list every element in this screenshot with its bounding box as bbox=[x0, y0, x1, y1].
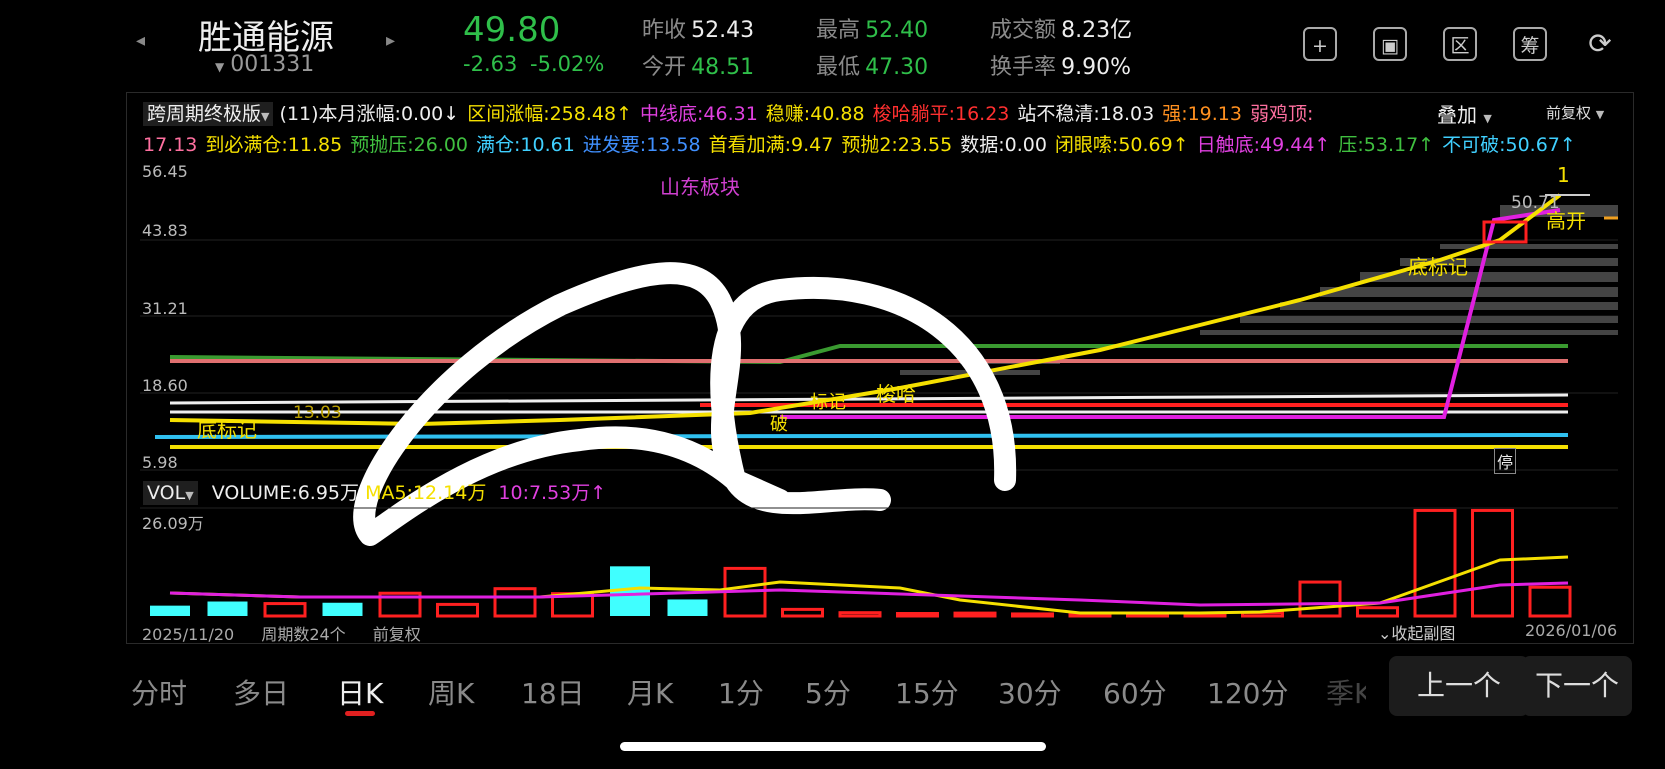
volume-bar bbox=[263, 602, 307, 618]
period-count: 周期数24个 bbox=[261, 625, 346, 644]
volume-bar bbox=[1413, 508, 1457, 618]
tab-18day[interactable]: 18日 bbox=[521, 672, 585, 712]
volume-bar bbox=[493, 587, 537, 618]
volume-bar bbox=[436, 602, 479, 618]
volume-bar bbox=[207, 601, 248, 616]
volume-bar bbox=[1298, 580, 1342, 618]
tab-120min[interactable]: 120分 bbox=[1207, 672, 1288, 712]
start-date: 2025/11/20 bbox=[142, 625, 235, 644]
volume-bar bbox=[838, 611, 882, 618]
volume-bar bbox=[953, 611, 997, 618]
tab-monthly-k[interactable]: 月K bbox=[627, 672, 673, 712]
tab-30min[interactable]: 30分 bbox=[998, 672, 1062, 712]
tab-daily-k[interactable]: 日K bbox=[337, 672, 383, 712]
volume-bar bbox=[896, 612, 939, 618]
volume-bar bbox=[667, 599, 708, 616]
collapse-label: 收起副图 bbox=[1391, 624, 1456, 643]
volume-bar bbox=[150, 605, 190, 616]
volume-bar bbox=[781, 607, 824, 618]
volume-chart[interactable] bbox=[0, 0, 1665, 769]
tab-15min[interactable]: 15分 bbox=[895, 672, 959, 712]
volume-bar bbox=[1528, 585, 1572, 618]
tab-60min[interactable]: 60分 bbox=[1103, 672, 1167, 712]
collapse-subchart-button[interactable]: ⌄收起副图 bbox=[1378, 620, 1455, 644]
tab-multiday[interactable]: 多日 bbox=[233, 672, 289, 712]
volume-bar bbox=[322, 602, 363, 616]
volume-bar bbox=[1356, 606, 1399, 618]
home-indicator[interactable] bbox=[620, 742, 1046, 751]
chart-footer: 2025/11/20 周期数24个 前复权 bbox=[142, 621, 421, 645]
next-stock-button[interactable]: 下一个 bbox=[1522, 656, 1632, 716]
end-date: 2026/01/06 bbox=[1525, 621, 1618, 640]
adjust-mode: 前复权 bbox=[372, 625, 421, 644]
tab-fenshi[interactable]: 分时 bbox=[131, 672, 187, 712]
prev-stock-button[interactable]: 上一个 bbox=[1389, 656, 1529, 716]
tab-weekly-k[interactable]: 周K bbox=[428, 672, 474, 712]
tab-5min[interactable]: 5分 bbox=[805, 672, 851, 712]
tab-quarterly-k[interactable]: 季K bbox=[1326, 672, 1366, 712]
active-tab-indicator bbox=[345, 711, 375, 716]
volume-bar bbox=[1011, 612, 1054, 618]
chevron-down-icon: ⌄ bbox=[1378, 624, 1392, 643]
tab-1min[interactable]: 1分 bbox=[718, 672, 764, 712]
